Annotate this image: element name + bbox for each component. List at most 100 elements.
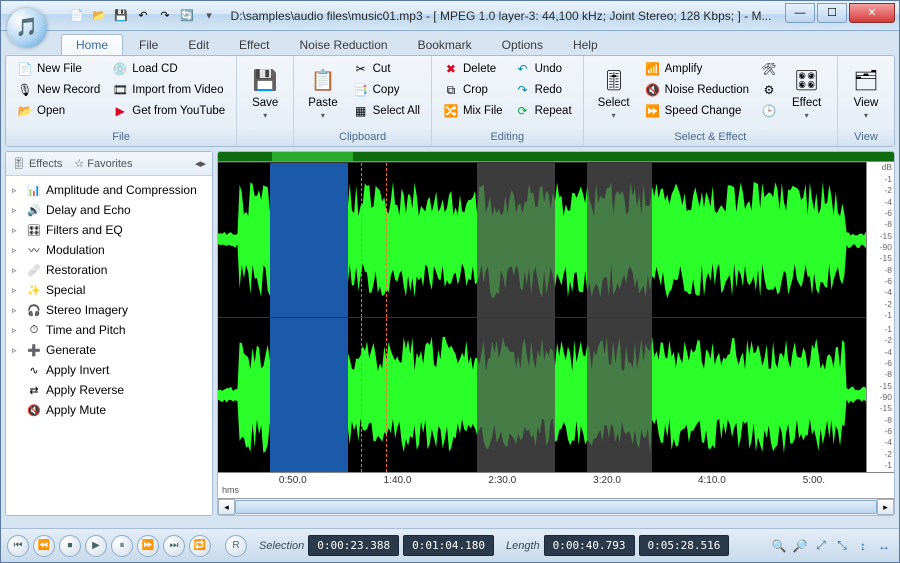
rewind-button[interactable]: ⏪ (33, 535, 55, 557)
stop-button[interactable]: ⏹ (59, 535, 81, 557)
zoom-v-in-button[interactable]: ↕ (854, 537, 872, 555)
zoom-v-out-button[interactable]: ↔ (875, 537, 893, 555)
qat-more-icon[interactable]: ▾ (201, 8, 217, 24)
mix-file-button[interactable]: 🔀Mix File (438, 101, 508, 121)
redo-button[interactable]: ↷Redo (510, 80, 577, 100)
qat-refresh-icon[interactable]: 🔄 (179, 8, 195, 24)
tree-item[interactable]: ▹⏱Time and Pitch (8, 320, 210, 340)
forward-button[interactable]: ⏩ (137, 535, 159, 557)
folder-open-icon: 📂 (17, 103, 33, 119)
amplify-button[interactable]: 📶Amplify (640, 59, 754, 79)
tree-item[interactable]: ▹➕Generate (8, 340, 210, 360)
new-file-button[interactable]: 📄New File (12, 59, 105, 79)
tree-item-label: Delay and Echo (46, 203, 131, 217)
tree-item[interactable]: ▹🎧Stereo Imagery (8, 300, 210, 320)
go-start-button[interactable]: ⏮ (7, 535, 29, 557)
save-button[interactable]: 💾Save▾ (243, 59, 287, 127)
tab-help[interactable]: Help (559, 35, 612, 55)
load-cd-button[interactable]: 💿Load CD (107, 59, 230, 79)
qat-open-icon[interactable]: 📂 (91, 8, 107, 24)
waveform-left-channel[interactable] (218, 162, 866, 317)
tab-home[interactable]: Home (61, 34, 123, 55)
scroll-left-button[interactable]: ◂ (218, 499, 235, 515)
category-icon: 🎛 (26, 222, 42, 238)
select-all-button[interactable]: ▦Select All (348, 101, 425, 121)
tree-item[interactable]: ▹〰Modulation (8, 240, 210, 260)
tab-options[interactable]: Options (488, 35, 557, 55)
app-logo[interactable]: 🎵 (7, 8, 47, 48)
import-video-button[interactable]: 🎞Import from Video (107, 80, 230, 100)
expand-icon: ▹ (12, 185, 22, 196)
noise-reduction-button[interactable]: 🔇Noise Reduction (640, 80, 754, 100)
qat-save-icon[interactable]: 💾 (113, 8, 129, 24)
zoom-in-button[interactable]: 🔍 (770, 537, 788, 555)
effect-icon: 🎛 (793, 67, 821, 95)
new-record-button[interactable]: 🎙New Record (12, 80, 105, 100)
category-icon: 🔇 (26, 402, 42, 418)
maximize-button[interactable]: ☐ (817, 3, 847, 23)
amplify-icon: 📶 (645, 61, 661, 77)
open-button[interactable]: 📂Open (12, 101, 105, 121)
qat-undo-icon[interactable]: ↶ (135, 8, 151, 24)
tree-item-label: Restoration (46, 263, 107, 277)
nr-extra-button[interactable]: ⚙ (756, 80, 782, 100)
paste-icon: 📋 (309, 67, 337, 95)
copy-button[interactable]: 📑Copy (348, 80, 425, 100)
zoom-out-button[interactable]: 🔎 (791, 537, 809, 555)
waveform-right-channel[interactable] (218, 317, 866, 472)
undo-button[interactable]: ↶Undo (510, 59, 577, 79)
select-icon: 🎚 (600, 67, 628, 95)
select-button[interactable]: 🎚Select▾ (590, 59, 638, 127)
minimize-button[interactable]: — (785, 3, 815, 23)
category-icon: 📊 (26, 182, 42, 198)
effect-button[interactable]: 🎛Effect▾ (784, 59, 829, 127)
horizontal-scrollbar[interactable]: ◂ ▸ (218, 498, 894, 515)
selection-region[interactable] (270, 163, 348, 317)
view-button[interactable]: 🗂View▾ (844, 59, 888, 127)
repeat-button[interactable]: ⟳Repeat (510, 101, 577, 121)
get-youtube-button[interactable]: ▶Get from YouTube (107, 101, 230, 121)
pause-button[interactable]: ⏸ (111, 535, 133, 557)
tab-file[interactable]: File (125, 35, 172, 55)
tree-item[interactable]: ∿Apply Invert (8, 360, 210, 380)
tab-effect[interactable]: Effect (225, 35, 283, 55)
loop-button[interactable]: 🔁 (189, 535, 211, 557)
tree-item[interactable]: ▹📊Amplitude and Compression (8, 180, 210, 200)
select-all-icon: ▦ (353, 103, 369, 119)
expand-icon: ▹ (12, 245, 22, 256)
expand-icon: ▹ (12, 225, 22, 236)
tab-edit[interactable]: Edit (174, 35, 223, 55)
speed-extra-button[interactable]: 🕒 (756, 101, 782, 121)
category-icon: 〰 (26, 242, 42, 258)
qat-new-icon[interactable]: 📄 (69, 8, 85, 24)
tree-item[interactable]: ▹🔊Delay and Echo (8, 200, 210, 220)
crop-button[interactable]: ⧉Crop (438, 80, 508, 100)
sidebar-tab-effects[interactable]: 🎚Effects (12, 157, 62, 170)
tree-item[interactable]: ▹🩹Restoration (8, 260, 210, 280)
tree-item[interactable]: ▹🎛Filters and EQ (8, 220, 210, 240)
delete-button[interactable]: ✖Delete (438, 59, 508, 79)
close-button[interactable]: ✕ (849, 3, 895, 23)
speed-change-button[interactable]: ⏩Speed Change (640, 101, 754, 121)
paste-button[interactable]: 📋Paste▾ (300, 59, 345, 127)
go-end-button[interactable]: ⏭ (163, 535, 185, 557)
qat-redo-icon[interactable]: ↷ (157, 8, 173, 24)
quick-access-toolbar: 📄 📂 💾 ↶ ↷ 🔄 ▾ (69, 8, 217, 24)
amplify-extra-button[interactable]: 🛠 (756, 59, 782, 79)
sidebar-tab-favorites[interactable]: ☆Favorites (74, 157, 132, 170)
cut-button[interactable]: ✂Cut (348, 59, 425, 79)
tree-item[interactable]: 🔇Apply Mute (8, 400, 210, 420)
overview-bar[interactable] (218, 152, 894, 162)
record-button[interactable]: R (225, 535, 247, 557)
tab-bookmark[interactable]: Bookmark (404, 35, 486, 55)
scroll-right-button[interactable]: ▸ (877, 499, 894, 515)
expand-icon: ▹ (12, 265, 22, 276)
zoom-fit-button[interactable]: ⤡ (833, 537, 851, 555)
zoom-selection-button[interactable]: ⤢ (812, 537, 830, 555)
tree-item[interactable]: ⇄Apply Reverse (8, 380, 210, 400)
selection-end: 0:01:04.180 (403, 535, 494, 556)
sidebar-nav-icon[interactable]: ◂▸ (195, 157, 206, 170)
play-button[interactable]: ▶ (85, 535, 107, 557)
tab-noise-reduction[interactable]: Noise Reduction (286, 35, 402, 55)
tree-item[interactable]: ▹✨Special (8, 280, 210, 300)
